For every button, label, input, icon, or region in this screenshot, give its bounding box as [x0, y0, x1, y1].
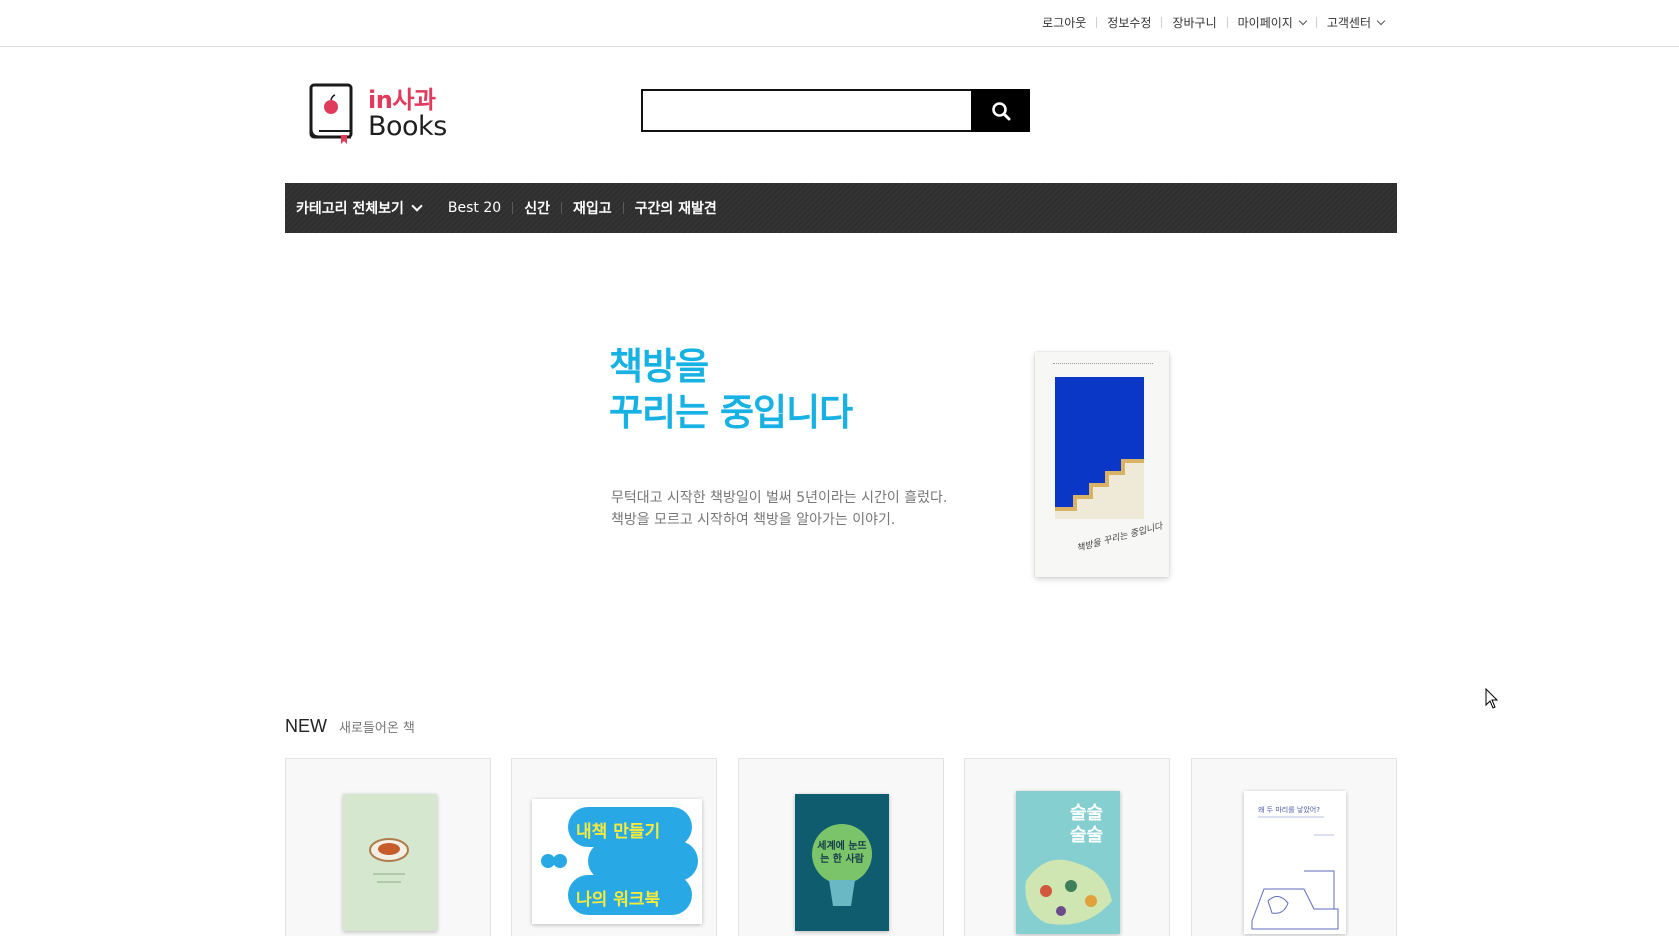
book-card[interactable]: 왜 두 마리를 낳았어?: [1191, 758, 1397, 936]
search-button[interactable]: [971, 89, 1030, 132]
support-dropdown[interactable]: 고객센터: [1326, 14, 1386, 31]
banner-sub-line1: 무턱대고 시작한 책방일이 벌써 5년이라는 시간이 흘렀다.: [611, 490, 948, 506]
logo-line1: in사과: [368, 86, 436, 114]
chevron-down-icon: [1376, 16, 1386, 26]
divider: [436, 202, 437, 214]
book4-title: 술술 술술: [1070, 803, 1104, 846]
nav-rediscover[interactable]: 구간의 재발견: [635, 198, 717, 218]
banner-title: 책방을 꾸리는 중입니다: [609, 344, 853, 436]
banner-description: 무턱대고 시작한 책방일이 벌써 5년이라는 시간이 흘렀다. 책방을 모르고 …: [611, 487, 947, 531]
book-cover-image: 술술 술술: [1016, 791, 1120, 934]
edit-info-link[interactable]: 정보수정: [1107, 14, 1151, 31]
book-apple-logo-icon: [309, 83, 353, 144]
nav-restock[interactable]: 재입고: [573, 198, 612, 218]
search-icon: [991, 101, 1010, 120]
mouse-cursor-icon: [1485, 688, 1499, 709]
chevron-down-icon: [1298, 16, 1308, 26]
banner-title-line1: 책방을: [609, 345, 709, 388]
search-bar: [641, 89, 1030, 132]
workbook-title-2: 나의 워크북: [576, 890, 661, 910]
book5-title: 왜 두 마리를 낳았어?: [1258, 806, 1320, 814]
divider: [1315, 17, 1317, 28]
divider: [512, 202, 514, 214]
book3-title: 세계에 눈뜨는 한 사람: [817, 841, 867, 865]
support-label: 고객센터: [1326, 16, 1371, 30]
chevron-down-icon: [411, 199, 423, 212]
top-utility-bar: 로그아웃 정보수정 장바구니 마이페이지 고객센터: [0, 0, 1679, 47]
divider: [622, 202, 624, 214]
banner-sub-line2: 책방을 모르고 시작하여 책방을 알아가는 이야기.: [611, 512, 896, 528]
book-cover-image: 세계에 눈뜨는 한 사람: [795, 794, 889, 931]
logout-link[interactable]: 로그아웃: [1042, 14, 1086, 31]
book-card[interactable]: [285, 758, 491, 936]
staircase-illustration: [1055, 377, 1144, 519]
book-card[interactable]: 세계에 눈뜨는 한 사람: [738, 758, 944, 936]
logo-line2: Books: [368, 111, 447, 142]
divider: [560, 202, 562, 214]
search-input[interactable]: [641, 89, 971, 132]
logo-text: in사과 Books: [368, 88, 447, 140]
divider: [1096, 17, 1098, 28]
cover-handwritten-title: 책방을 꾸리는 중입니다: [1075, 521, 1164, 555]
divider: [1226, 17, 1228, 28]
top-menu: 로그아웃 정보수정 장바구니 마이페이지 고객센터: [1042, 14, 1386, 31]
main-navigation: 카테고리 전체보기 Best 20 신간 재입고 구간의 재발견: [285, 183, 1397, 233]
mypage-dropdown[interactable]: 마이페이지: [1237, 14, 1308, 31]
divider: [1161, 17, 1163, 28]
workbook-title-1: 내책 만들기: [576, 822, 661, 842]
book-card[interactable]: 내책 만들기 나의 워크북: [511, 758, 717, 936]
book-cover-image: [343, 794, 437, 931]
new-section-title: NEW: [285, 716, 327, 736]
category-all-label: 카테고리 전체보기: [296, 201, 404, 217]
plate-illustration: [369, 838, 409, 883]
site-logo[interactable]: in사과 Books: [308, 82, 478, 146]
book-cover-image: 내책 만들기 나의 워크북: [532, 799, 702, 924]
banner-book-cover: 책방을 꾸리는 중입니다: [1035, 352, 1169, 577]
banner-title-line2: 꾸리는 중입니다: [609, 391, 853, 434]
category-all-menu[interactable]: 카테고리 전체보기: [296, 198, 425, 218]
book-card[interactable]: 술술 술술: [964, 758, 1170, 936]
new-section-heading: NEW 새로들어온 책: [285, 716, 415, 737]
book-cover-image: 왜 두 마리를 낳았어?: [1244, 791, 1346, 934]
nav-best[interactable]: Best 20: [448, 200, 501, 216]
new-section-subtitle: 새로들어온 책: [339, 721, 415, 736]
mypage-label: 마이페이지: [1237, 16, 1293, 30]
cart-link[interactable]: 장바구니: [1172, 14, 1216, 31]
nav-new[interactable]: 신간: [524, 198, 550, 218]
cover-fine-print: [1053, 363, 1153, 366]
